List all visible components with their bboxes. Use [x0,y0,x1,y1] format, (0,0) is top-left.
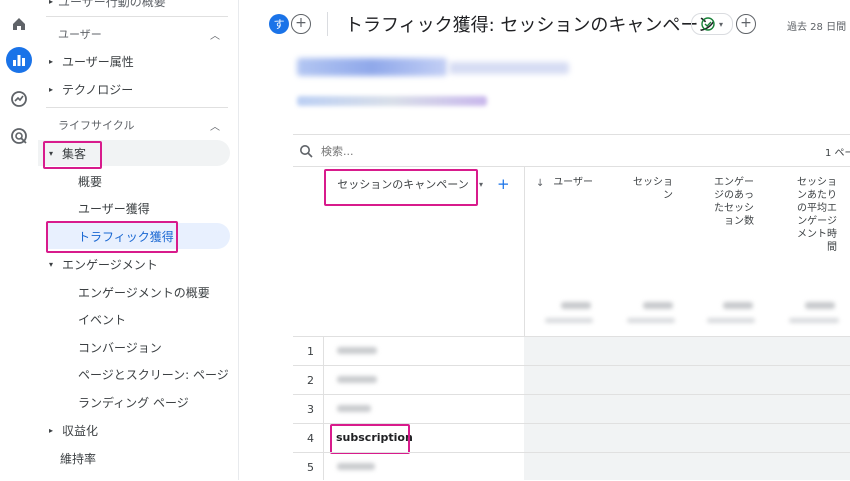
blurred-legend [297,96,487,106]
caret-right-icon: ▸ [48,0,53,6]
column-header-sessions[interactable]: セッション [629,176,673,202]
blurred-campaign [337,347,377,354]
blurred-campaign [337,463,375,470]
column-divider [524,166,525,336]
column-divider [323,395,324,423]
divider [46,16,228,17]
explore-icon[interactable] [7,87,31,111]
sidebar-item-pages-screens[interactable]: ページとスクリーン: ページ... [78,361,230,387]
divider [327,12,328,36]
dimension-dropdown-icon[interactable]: ▾ [479,180,483,189]
highlight-dimension-header [324,169,478,206]
blurred-total [789,318,839,323]
table-row[interactable]: 1 [293,337,850,365]
chevron-up-icon: ︿ [210,30,220,42]
date-range[interactable]: 過去 28 日間 [787,18,846,33]
blurred-total [627,318,675,323]
sidebar-item-conversions[interactable]: コンバージョン [78,334,230,360]
highlight-acquisition [43,141,102,169]
column-divider [323,453,324,480]
main-content: す + トラフィック獲得: セッションのキャンペーン ▾ + 過去 28 日間 … [239,0,850,480]
blurred-campaign [337,376,377,383]
blurred-chart-line [449,62,569,74]
blurred-total [723,302,753,309]
blurred-total [545,318,593,323]
sidebar-item-technology[interactable]: ▸ テクノロジー [38,76,230,102]
add-comparison-icon[interactable]: + [291,14,311,34]
reports-icon[interactable] [6,47,32,73]
column-header-engaged-sessions[interactable]: エンゲージのあったセッション数 [714,176,754,228]
check-circle-icon [701,17,715,31]
blurred-total [805,302,835,309]
home-icon[interactable] [7,12,31,36]
metrics-cells [524,366,850,394]
column-header-users[interactable]: ユーザー [549,176,593,189]
add-filter-icon[interactable]: + [736,14,756,34]
column-divider [323,424,324,452]
sidebar-item-monetization[interactable]: ▸ 収益化 [38,417,230,443]
sidebar-item-retention[interactable]: 維持率 [60,445,230,471]
metrics-cells [524,395,850,423]
chevron-up-icon: ︿ [210,121,220,133]
divider [293,134,850,135]
sidebar-item-landing-page[interactable]: ランディング ページ [78,389,230,415]
sidebar-item-events[interactable]: イベント [78,306,230,332]
chevron-down-icon: ▾ [718,19,723,29]
column-divider [323,366,324,394]
divider [293,166,850,167]
page-title: トラフィック獲得: セッションのキャンペーン [345,15,716,36]
blurred-total [561,302,591,309]
nav-rail [0,0,39,480]
pagination-label: 1 ペー [825,148,850,159]
metrics-cells [524,424,850,452]
section-lifecycle[interactable]: ライフサイクル ︿ [58,112,230,138]
highlight-subscription [330,424,410,454]
caret-right-icon: ▸ [48,84,53,94]
sidebar-cut-label[interactable]: ▸ ユーザー行動の概要 [38,0,230,14]
add-dimension-icon[interactable]: + [497,175,510,193]
metrics-cells [524,337,850,365]
advertising-icon[interactable] [7,124,31,148]
section-user[interactable]: ユーザー ︿ [58,21,230,47]
blurred-total [707,318,755,323]
table-row[interactable]: 5 [293,453,850,481]
avatar[interactable]: す [269,14,289,34]
caret-right-icon: ▸ [48,425,53,435]
report-header: す + トラフィック獲得: セッションのキャンペーン ▾ + 過去 28 日間 [239,0,850,50]
highlight-traffic-acquisition [46,221,178,253]
sidebar-item-engagement-overview[interactable]: エンゲージメントの概要 [78,279,230,305]
sidebar: ▸ ユーザー行動の概要 ユーザー ︿ ▸ ユーザー属性 ▸ テクノロジー ライフ… [38,0,239,480]
table-row[interactable]: 3 [293,395,850,423]
search-icon [299,143,313,158]
sort-arrow-icon: ↓ [536,178,545,189]
sidebar-item-overview[interactable]: 概要 [78,168,230,194]
divider [46,107,228,108]
search-input[interactable] [319,141,523,161]
metrics-cells [524,453,850,480]
blurred-chart-line [297,58,447,76]
blurred-total [643,302,673,309]
column-divider [323,337,324,365]
column-header-avg-engagement-time[interactable]: セッションあたりの平均エンゲージメント時間 [789,176,837,254]
status-menu-button[interactable]: ▾ [691,13,733,35]
caret-down-icon: ▾ [48,259,53,269]
sidebar-item-user-acquisition[interactable]: ユーザー獲得 [78,195,230,221]
caret-right-icon: ▸ [48,56,53,66]
sidebar-item-user-attributes[interactable]: ▸ ユーザー属性 [38,48,230,74]
blurred-campaign [337,405,371,412]
table-row[interactable]: 2 [293,366,850,394]
sidebar-item-engagement[interactable]: ▾ エンゲージメント [38,251,230,277]
